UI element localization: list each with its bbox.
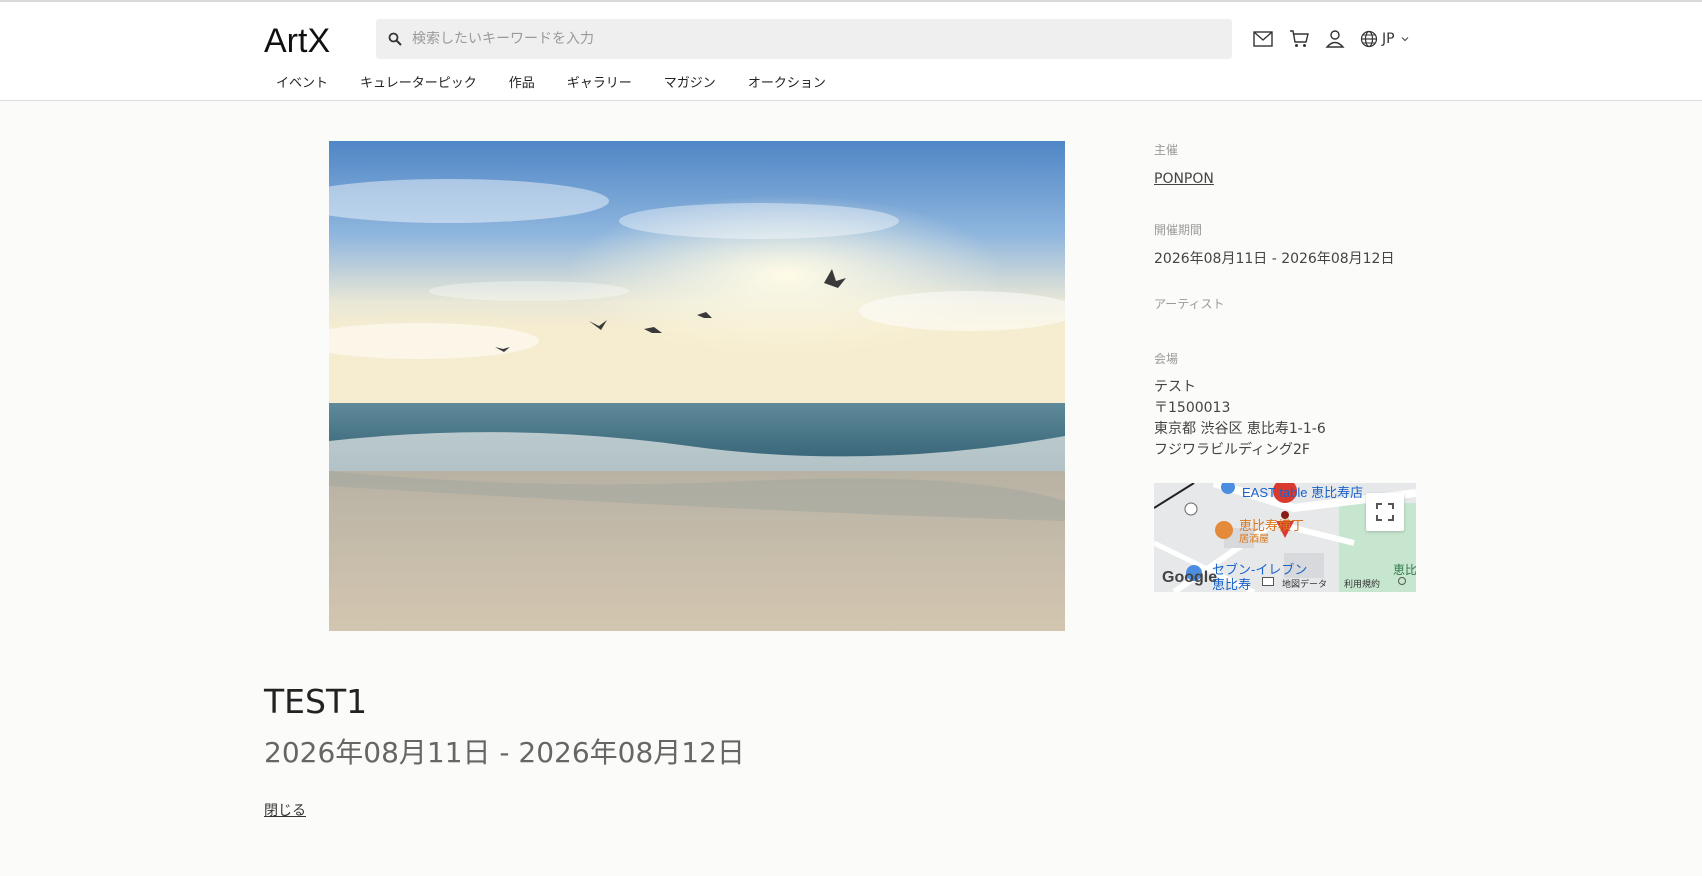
google-logo[interactable]: Google: [1162, 569, 1217, 587]
map-poi-izakaya: 居酒屋: [1239, 534, 1269, 545]
map-poi-ebisu-station: 恵比寿: [1212, 577, 1252, 592]
period-value: 2026年08月11日 - 2026年08月12日: [1154, 251, 1395, 267]
language-selector[interactable]: JP: [1360, 30, 1409, 48]
organizer-label: 主催: [1154, 143, 1179, 157]
venue-building: フジワラビルディング2F: [1154, 442, 1310, 458]
fullscreen-icon: [1376, 503, 1394, 521]
nav-item-curator-pick[interactable]: キュレーターピック: [360, 72, 477, 91]
search-bar[interactable]: [376, 19, 1232, 59]
venue-address: 東京都 渋谷区 恵比寿1-1-6: [1154, 421, 1326, 437]
artist-label: アーティスト: [1154, 297, 1225, 311]
map-poi-ebisu: 恵比: [1393, 563, 1416, 577]
close-link[interactable]: 閉じる: [264, 800, 306, 820]
nav-item-events[interactable]: イベント: [276, 72, 328, 91]
header-actions: JP: [1252, 28, 1409, 50]
search-icon: [388, 32, 402, 46]
map-info-icon[interactable]: [1398, 577, 1406, 585]
venue-postal: 〒1500013: [1154, 400, 1231, 416]
venue-map[interactable]: EAST table 恵比寿店 恵比寿横丁 居酒屋 セブン-イレブン 恵比寿 恵…: [1154, 483, 1416, 592]
site-header: ArtX JP イベント キュレーターピック 作品 ギャラリー マガジン オーク…: [0, 2, 1702, 101]
search-input[interactable]: [412, 31, 1212, 47]
main-nav: イベント キュレーターピック 作品 ギャラリー マガジン オークション: [276, 72, 858, 91]
event-dates: 2026年08月11日 - 2026年08月12日: [264, 736, 745, 769]
event-title: TEST1: [264, 682, 368, 721]
map-data-link[interactable]: 地図データ: [1282, 577, 1327, 590]
terms-link[interactable]: 利用規約: [1344, 577, 1380, 590]
svg-text:ArtX: ArtX: [264, 22, 330, 58]
venue-details: テスト 〒1500013 東京都 渋谷区 恵比寿1-1-6 フジワラビルディング…: [1154, 377, 1416, 461]
nav-item-magazine[interactable]: マガジン: [664, 72, 716, 91]
user-icon[interactable]: [1324, 28, 1346, 50]
nav-item-auction[interactable]: オークション: [748, 72, 826, 91]
venue-label: 会場: [1154, 352, 1179, 366]
language-label: JP: [1382, 31, 1395, 47]
event-sidebar: 主催 PONPON 開催期間 2026年08月11日 - 2026年08月12日…: [1154, 141, 1416, 461]
globe-icon: [1360, 30, 1378, 48]
organizer-link[interactable]: PONPON: [1154, 171, 1214, 187]
artx-logo[interactable]: ArtX: [264, 20, 356, 58]
period-label: 開催期間: [1154, 223, 1203, 237]
event-hero-image: [329, 141, 1065, 631]
chevron-down-icon: [1401, 37, 1409, 42]
mail-icon[interactable]: [1252, 28, 1274, 50]
cart-icon[interactable]: [1288, 28, 1310, 50]
fullscreen-button[interactable]: [1366, 493, 1404, 531]
map-poi-east-table: EAST table 恵比寿店: [1242, 485, 1364, 500]
nav-item-galleries[interactable]: ギャラリー: [567, 72, 632, 91]
keyboard-shortcuts-icon[interactable]: [1262, 577, 1274, 586]
nav-item-artworks[interactable]: 作品: [509, 72, 535, 91]
venue-name: テスト: [1154, 379, 1196, 395]
